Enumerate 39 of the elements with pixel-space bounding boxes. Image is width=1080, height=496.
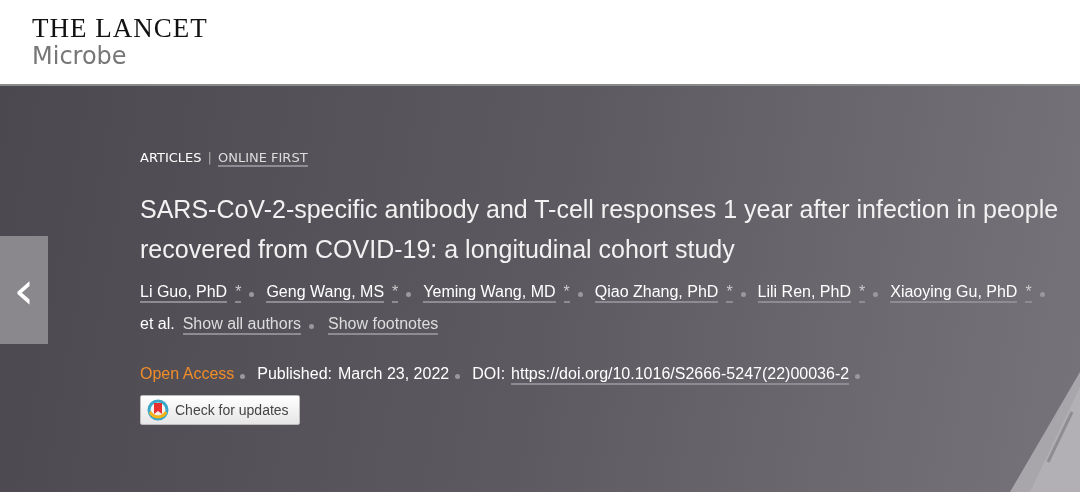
show-footnotes-link[interactable]: Show footnotes <box>328 315 439 335</box>
et-al-text: et al. <box>140 315 175 333</box>
footnote-link[interactable]: * <box>392 283 399 303</box>
doi-link[interactable]: https://doi.org/10.1016/S2666-5247(22)00036-2 <box>511 365 850 385</box>
separator-dot <box>240 374 246 379</box>
footnote-link[interactable]: * <box>1025 283 1032 303</box>
previous-button[interactable]: ‹ <box>0 236 48 344</box>
separator-dot <box>455 374 461 379</box>
separator-dot <box>740 292 746 297</box>
separator-dot <box>406 292 412 297</box>
footnote-link[interactable]: * <box>726 283 733 303</box>
show-authors-link[interactable]: Show all authors <box>182 315 301 335</box>
separator-dot <box>873 292 879 297</box>
author-link[interactable]: Lili Ren, PhD <box>757 283 851 303</box>
footnote-link[interactable]: * <box>859 283 866 303</box>
article-type: ARTICLES <box>140 150 202 165</box>
open-access-label: Open Access <box>140 365 235 383</box>
author-link[interactable]: Xiaoying Gu, PhD <box>890 283 1018 303</box>
bookmark-icon <box>147 399 169 421</box>
status-link[interactable]: ONLINE FIRST <box>217 150 308 167</box>
separator-dot <box>855 374 861 379</box>
separator-dot <box>249 292 255 297</box>
journal-logo[interactable]: THE LANCET <box>32 14 1080 42</box>
doi-label: DOI: <box>472 365 506 383</box>
separator-dot <box>309 324 314 329</box>
separator-dot <box>1039 292 1045 297</box>
author-link[interactable]: Qiao Zhang, PhD <box>594 283 719 303</box>
separator: | <box>207 150 212 165</box>
author-link[interactable]: Li Guo, PhD <box>140 283 228 303</box>
footnote-link[interactable]: * <box>235 283 242 303</box>
published-label: Published: <box>257 365 332 383</box>
author-link[interactable]: Geng Wang, MS <box>266 283 385 303</box>
footnote-link[interactable]: * <box>563 283 570 303</box>
check-updates-button[interactable]: Check for updates <box>140 395 300 425</box>
journal-subtitle: Microbe <box>32 42 128 70</box>
published-date: March 23, 2022 <box>338 365 450 383</box>
author-link[interactable]: Yeming Wang, MD <box>423 283 556 303</box>
separator-dot <box>577 292 583 297</box>
article-title: SARS-CoV-2-specific antibody and T-cell responses 1 year after infection in people recovered from COVID-19: a longitudinal cohort study <box>140 194 1060 265</box>
